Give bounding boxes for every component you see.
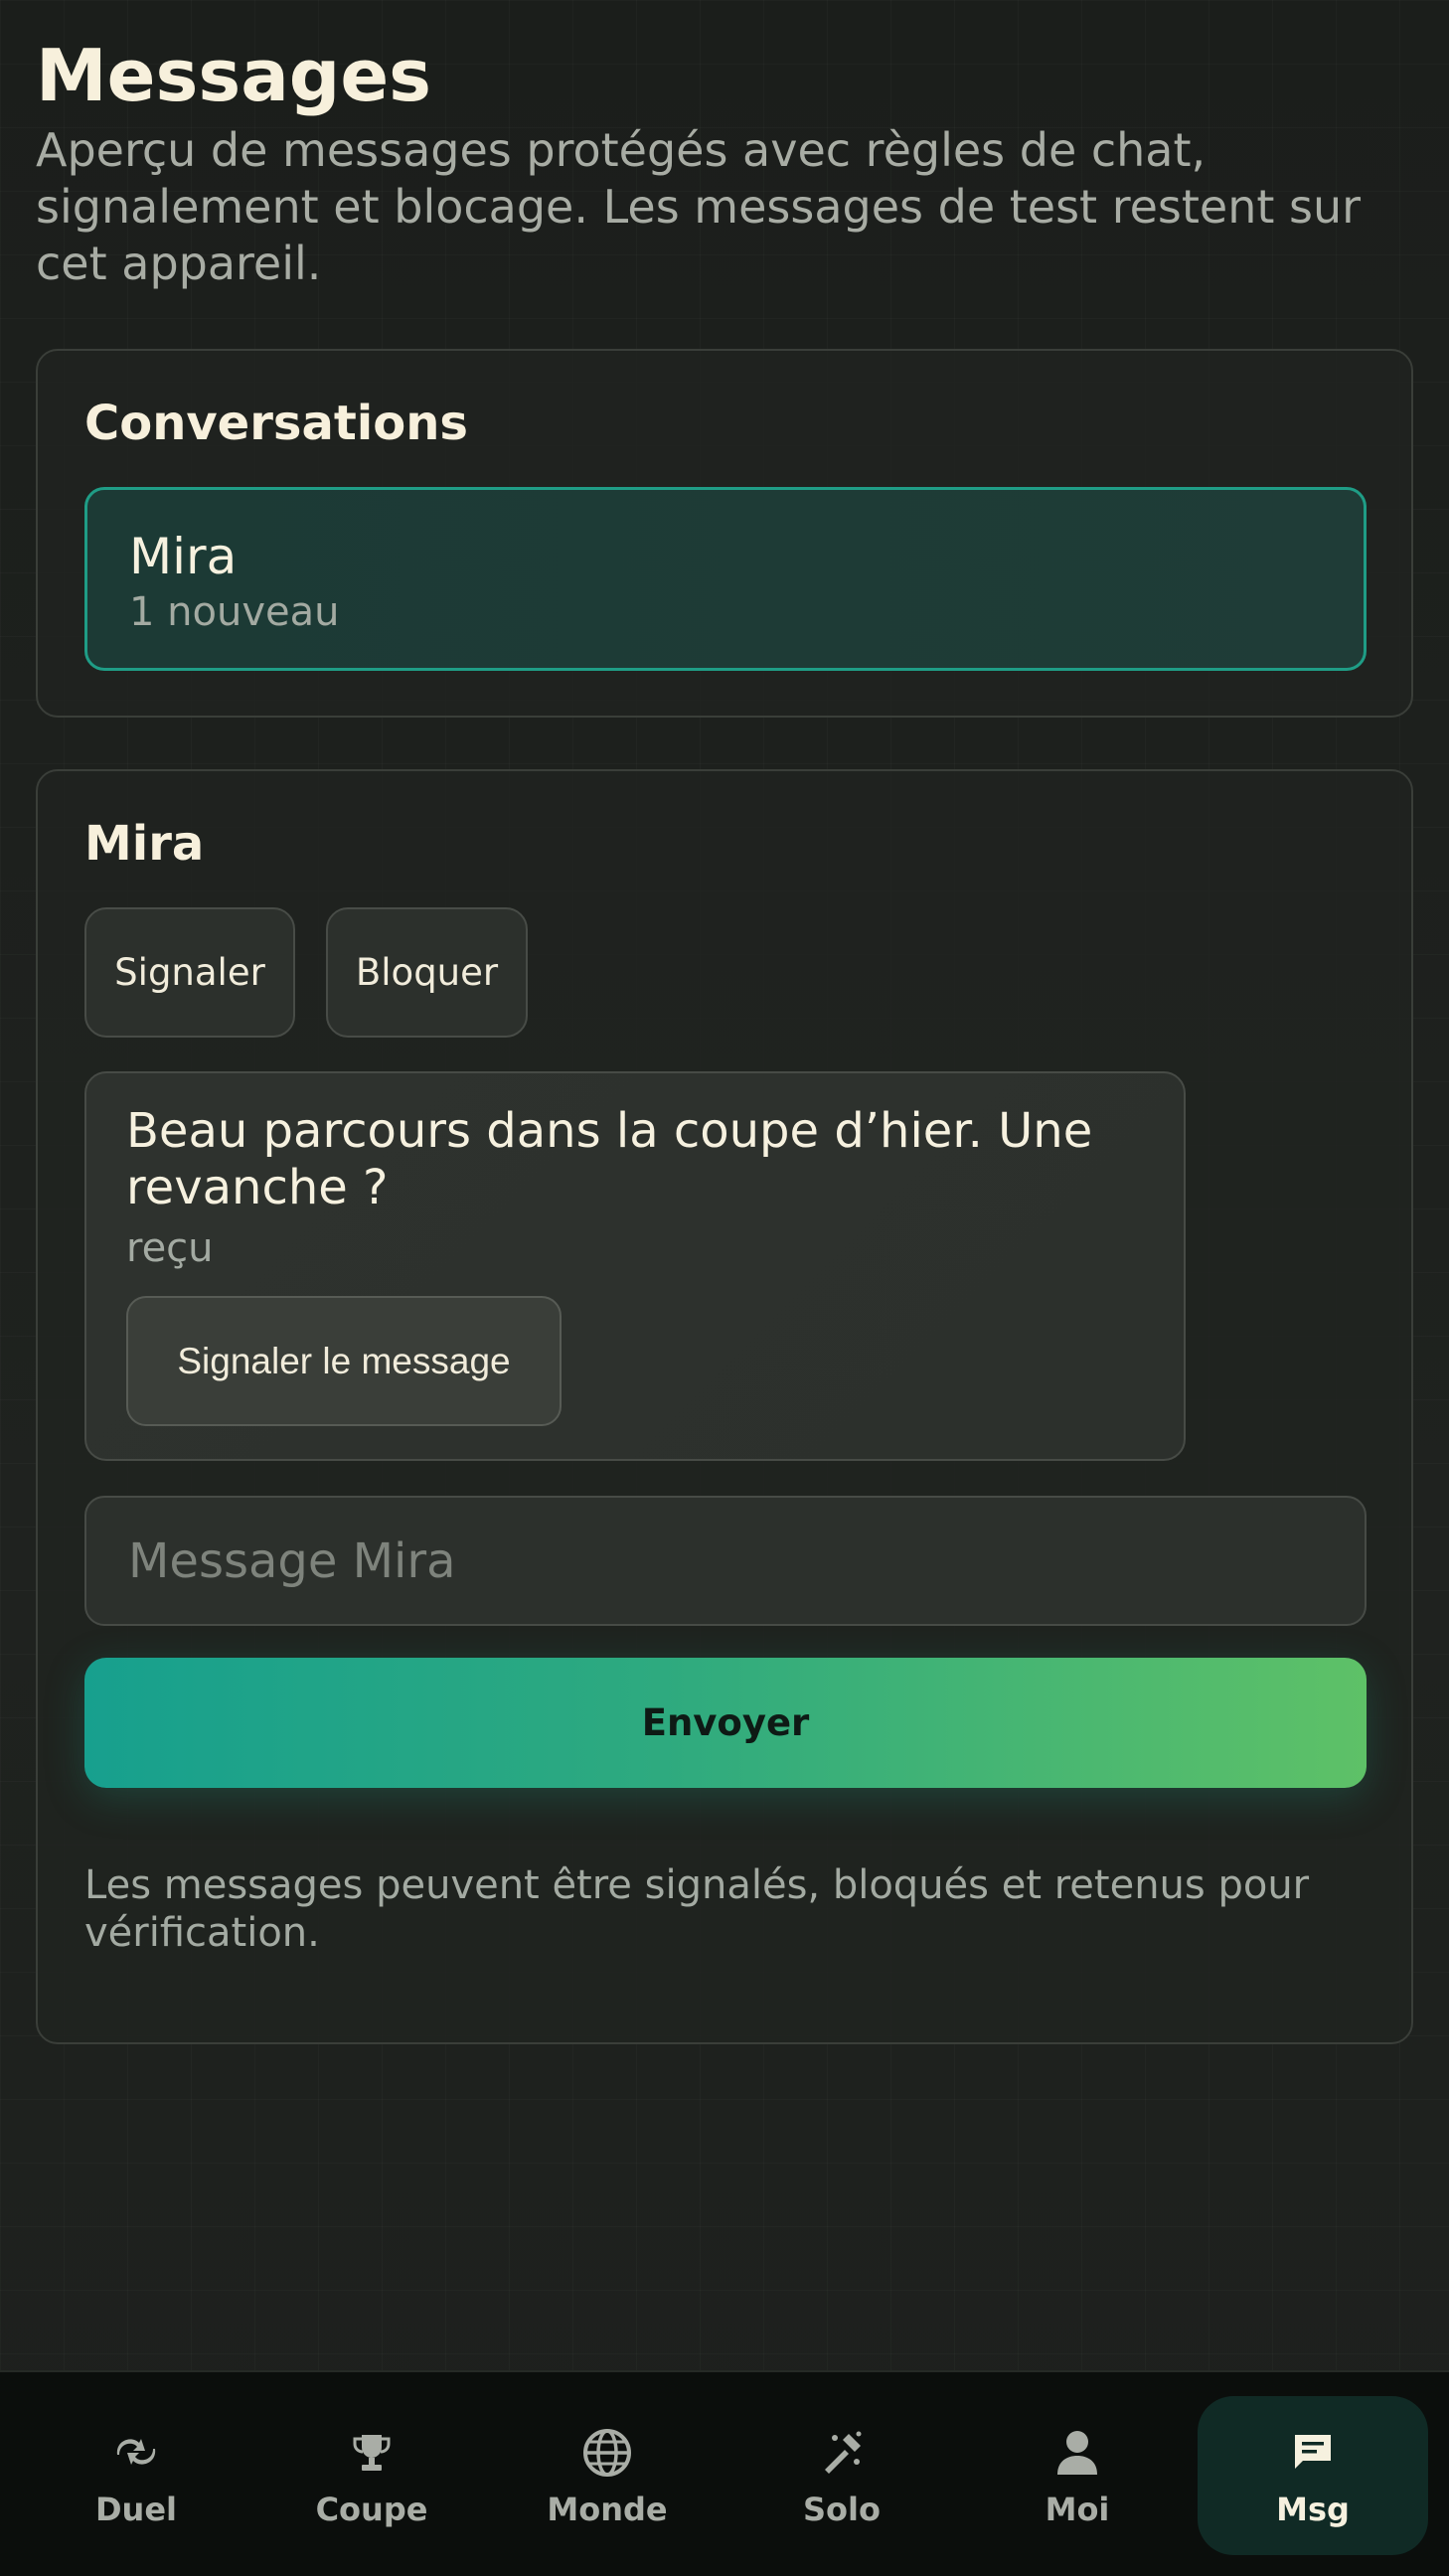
trophy-icon xyxy=(342,2423,402,2483)
page-subtitle: Aperçu de messages protégés avec règles … xyxy=(36,123,1362,290)
tab-label-msg: Msg xyxy=(1276,2491,1350,2528)
tab-solo[interactable]: Solo xyxy=(726,2396,957,2555)
report-message-button[interactable]: Signaler le message xyxy=(126,1296,562,1426)
tab-label-monde: Monde xyxy=(547,2491,668,2528)
globe-icon xyxy=(577,2423,637,2483)
tab-coupe[interactable]: Coupe xyxy=(256,2396,487,2555)
conversations-title: Conversations xyxy=(84,396,468,451)
tab-label-moi: Moi xyxy=(1045,2491,1110,2528)
message-input[interactable] xyxy=(84,1496,1367,1626)
tab-msg[interactable]: Msg xyxy=(1198,2396,1428,2555)
conversation-unread-count: 1 nouveau xyxy=(129,589,340,635)
conversations-card: Conversations Mira 1 nouveau xyxy=(36,349,1413,718)
moderation-notice: Les messages peuvent être signalés, bloq… xyxy=(84,1862,1310,1956)
block-button[interactable]: Bloquer xyxy=(326,907,528,1038)
bottom-tab-bar: Duel Coupe Monde Solo Moi Msg xyxy=(0,2370,1449,2576)
message-status: reçu xyxy=(126,1225,214,1271)
tab-duel[interactable]: Duel xyxy=(21,2396,251,2555)
messages-page: Messages Aperçu de messages protégés ave… xyxy=(36,0,1413,2044)
solo-icon xyxy=(812,2423,872,2483)
tab-label-coupe: Coupe xyxy=(315,2491,428,2528)
duel-icon xyxy=(106,2423,166,2483)
send-button[interactable]: Envoyer xyxy=(84,1658,1367,1788)
tab-monde[interactable]: Monde xyxy=(492,2396,723,2555)
message-bubble: Beau parcours dans la coupe d’hier. Une … xyxy=(84,1071,1186,1461)
chat-card: Mira Signaler Bloquer Beau parcours dans… xyxy=(36,769,1413,2044)
conversation-item-mira[interactable]: Mira 1 nouveau xyxy=(84,487,1367,671)
tab-label-solo: Solo xyxy=(803,2491,881,2528)
chat-title: Mira xyxy=(84,816,205,872)
person-icon xyxy=(1047,2423,1107,2483)
tab-label-duel: Duel xyxy=(94,2491,177,2528)
conversation-name: Mira xyxy=(129,528,238,585)
message-icon xyxy=(1283,2423,1343,2483)
page-title: Messages xyxy=(36,34,432,117)
tab-moi[interactable]: Moi xyxy=(962,2396,1193,2555)
report-button[interactable]: Signaler xyxy=(84,907,295,1038)
message-text: Beau parcours dans la coupe d’hier. Une … xyxy=(126,1103,1093,1215)
